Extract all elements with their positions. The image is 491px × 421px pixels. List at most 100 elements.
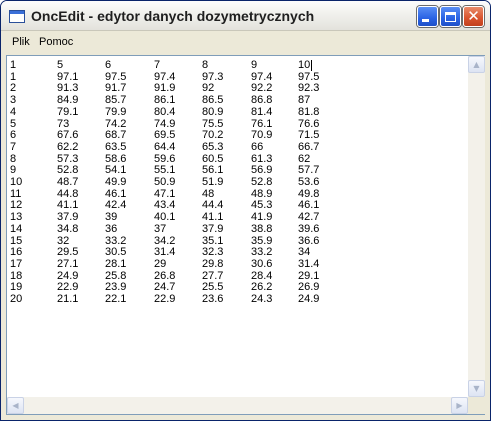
app-window: OncEdit - edytor danych dozymetrycznych … <box>0 0 491 421</box>
value-cell: 55.1 <box>154 164 176 177</box>
menu-item-pomoc[interactable]: Pomoc <box>39 36 73 48</box>
value-cell: 34.8 <box>57 222 79 235</box>
horizontal-scrollbar[interactable]: ◀ ▶ <box>7 397 468 414</box>
minimize-button[interactable] <box>417 6 438 27</box>
value-cell: 80.9 <box>202 105 224 118</box>
row-index-cell: 9 <box>10 164 17 177</box>
value-cell: 22.1 <box>105 293 127 305</box>
value-cell: 36.6 <box>298 234 320 247</box>
value-cell: 92 <box>202 82 215 95</box>
value-cell: 54.1 <box>105 164 127 177</box>
maximize-button[interactable] <box>440 6 461 27</box>
data-row: 1 97.1 97.5 97.4 97.3 97.4 97.5 <box>7 70 467 83</box>
scroll-left-button[interactable]: ◀ <box>7 397 24 414</box>
value-cell: 56.9 <box>251 164 273 177</box>
value-cell: 57.7 <box>298 164 320 177</box>
data-row: 12 41.1 42.4 43.4 44.4 45.3 46.1 <box>7 200 467 211</box>
value-cell: 29.1 <box>298 269 320 282</box>
data-row: 19 22.9 23.9 24.7 25.5 26.2 26.9 <box>7 282 467 293</box>
value-cell: 32 <box>57 234 70 247</box>
value-cell: 48.9 <box>251 187 273 200</box>
value-cell: 28.1 <box>105 257 127 270</box>
title-bar[interactable]: OncEdit - edytor danych dozymetrycznych … <box>1 1 490 31</box>
data-row: 14 34.8 36 37 37.9 38.8 39.6 <box>7 222 467 235</box>
value-cell: 41.9 <box>251 211 273 224</box>
row-index-cell: 15 <box>10 234 23 247</box>
menu-item-plik[interactable]: Plik <box>12 36 30 48</box>
maximize-icon <box>445 11 456 22</box>
value-cell: 74.2 <box>105 117 127 130</box>
value-cell: 50.9 <box>154 176 176 188</box>
value-cell: 44.8 <box>57 187 79 200</box>
value-cell: 37 <box>154 222 167 235</box>
text-editor[interactable]: 1 5 6 7 8 9 10 1 97.1 97.5 97.4 97.3 97.4 97.5 2 91.3 91… <box>6 55 485 415</box>
value-cell: 38.8 <box>251 222 273 235</box>
value-cell: 91.3 <box>57 82 79 95</box>
data-row: 17 27.1 28.1 29 29.8 30.6 31.4 <box>7 257 467 270</box>
value-cell: 24.7 <box>154 281 176 294</box>
value-cell: 29 <box>154 257 167 270</box>
value-cell: 65.3 <box>202 140 224 153</box>
scroll-right-button[interactable]: ▶ <box>451 397 468 414</box>
app-icon <box>9 10 25 23</box>
value-cell: 30.6 <box>251 257 273 270</box>
value-cell: 74.9 <box>154 117 176 130</box>
value-cell: 5 <box>57 59 64 71</box>
row-index-cell: 20 <box>10 293 23 305</box>
data-row: 15 32 33.2 34.2 35.1 35.9 36.6 <box>7 234 467 247</box>
value-cell: 44.4 <box>202 199 224 212</box>
value-cell: 86.5 <box>202 94 224 107</box>
row-index-cell: 12 <box>10 199 23 212</box>
value-cell: 39.6 <box>298 222 320 235</box>
value-cell: 56.1 <box>202 164 224 177</box>
value-cell: 39 <box>105 211 118 224</box>
value-cell: 97.5 <box>105 70 127 83</box>
value-cell: 48.7 <box>57 176 79 188</box>
value-cell: 71.5 <box>298 129 320 142</box>
close-icon: ✕ <box>467 7 480 25</box>
value-cell: 76.1 <box>251 117 273 130</box>
value-cell: 57.3 <box>57 152 79 165</box>
scroll-up-button[interactable]: ▲ <box>468 56 485 73</box>
data-row: 10 48.7 49.9 50.9 51.9 52.8 53.6 <box>7 177 467 188</box>
value-cell: 40.1 <box>154 211 176 224</box>
arrow-right-icon: ▶ <box>456 400 463 410</box>
value-cell: 59.6 <box>154 152 176 165</box>
value-cell: 70.2 <box>202 129 224 142</box>
value-cell: 85.7 <box>105 94 127 107</box>
editor-text-area[interactable]: 1 5 6 7 8 9 10 1 97.1 97.5 97.4 97.3 97.4 97.5 2 91.3 91… <box>7 56 468 397</box>
value-cell: 75.5 <box>202 117 224 130</box>
value-cell: 30.5 <box>105 246 127 259</box>
scroll-down-button[interactable]: ▼ <box>468 380 485 397</box>
value-cell: 6 <box>105 59 112 71</box>
vertical-scrollbar[interactable]: ▲ ▼ <box>468 56 485 397</box>
value-cell: 31.4 <box>154 246 176 259</box>
close-button[interactable]: ✕ <box>463 6 484 27</box>
row-index-cell: 4 <box>10 105 17 118</box>
value-cell: 45.3 <box>251 199 273 212</box>
data-row: 20 21.1 22.1 22.9 23.6 24.3 24.9 <box>7 294 467 305</box>
value-cell: 64.4 <box>154 140 176 153</box>
data-row: 5 73 74.2 74.9 75.5 76.1 76.6 <box>7 117 467 130</box>
value-cell: 84.9 <box>57 94 79 107</box>
row-index-cell: 7 <box>10 140 17 153</box>
value-cell: 86.1 <box>154 94 176 107</box>
row-index-cell: 11 <box>10 187 22 200</box>
value-cell: 9 <box>251 59 258 71</box>
row-index-cell: 16 <box>10 246 23 259</box>
value-cell: 34 <box>298 246 311 259</box>
value-cell: 86.8 <box>251 94 273 107</box>
value-cell: 29.5 <box>57 246 79 259</box>
value-cell: 28.4 <box>251 269 273 282</box>
value-cell: 63.5 <box>105 140 127 153</box>
row-index-cell: 17 <box>10 257 23 270</box>
data-row: 9 52.8 54.1 55.1 56.1 56.9 57.7 <box>7 165 467 176</box>
row-index-cell: 1 <box>10 70 17 83</box>
value-cell: 22.9 <box>57 281 79 294</box>
data-row: 3 84.9 85.7 86.1 86.5 86.8 87 <box>7 95 467 106</box>
data-row: 1 5 6 7 8 9 10 <box>7 60 467 71</box>
value-cell: 43.4 <box>154 199 176 212</box>
value-cell: 66.7 <box>298 140 320 153</box>
value-cell: 87 <box>298 94 311 107</box>
menu-bar: Plik Pomoc <box>1 32 490 53</box>
